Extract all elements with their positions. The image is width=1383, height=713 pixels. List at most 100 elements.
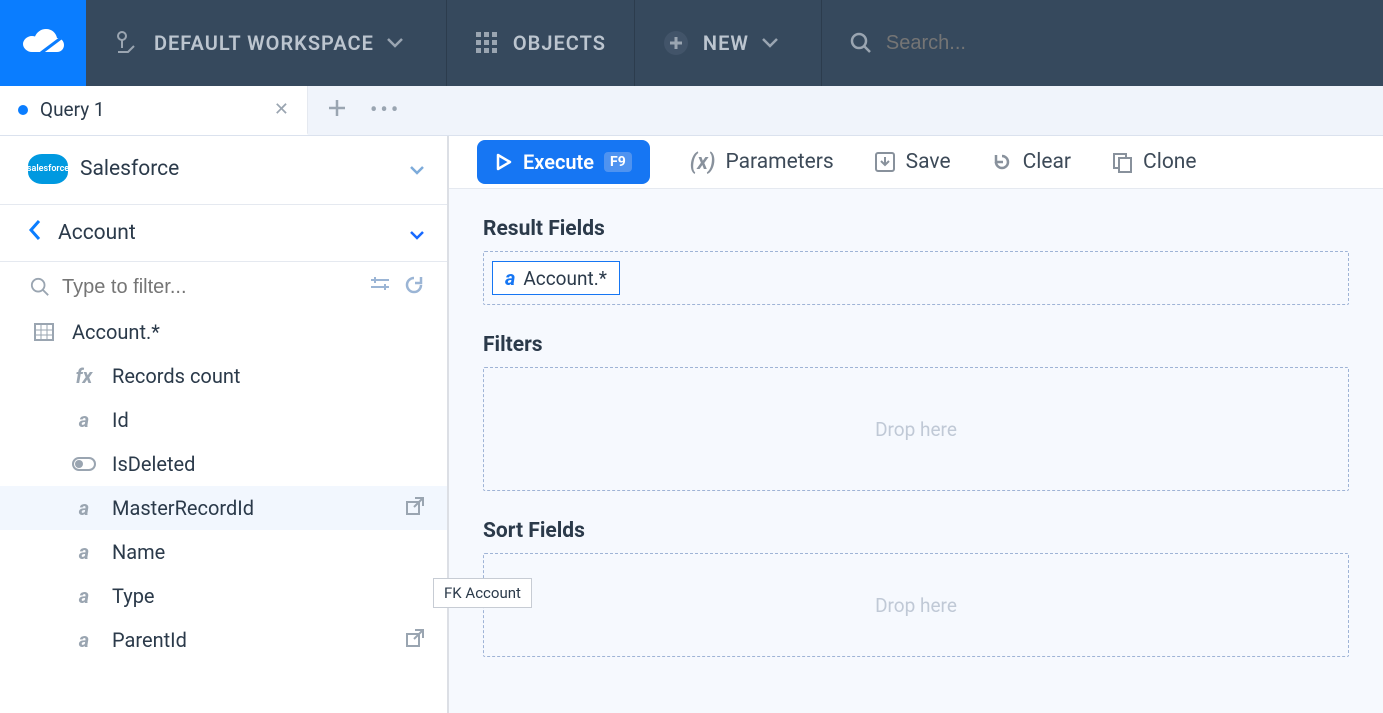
result-fields-label: Result Fields xyxy=(483,217,1349,241)
search-input[interactable] xyxy=(886,32,1151,55)
field-icon-slot: a xyxy=(70,408,98,432)
play-icon xyxy=(495,153,513,171)
execute-button[interactable]: Execute F9 xyxy=(477,140,650,184)
close-tab-button[interactable]: ✕ xyxy=(274,99,289,120)
field-icon-slot xyxy=(30,323,58,341)
field-row[interactable]: Account.* xyxy=(0,310,447,354)
unsaved-dot-icon xyxy=(18,105,28,115)
field-row[interactable]: a ParentId xyxy=(0,618,447,662)
field-row[interactable]: a Name xyxy=(0,530,447,574)
clone-label: Clone xyxy=(1143,150,1196,174)
tab-bar: Query 1 ✕ ••• xyxy=(0,86,1383,136)
copy-icon xyxy=(1111,151,1133,173)
chevron-down-icon xyxy=(409,157,425,181)
field-label: Type xyxy=(112,584,155,608)
function-icon: fx xyxy=(76,364,93,388)
parameters-button[interactable]: (x) Parameters xyxy=(690,150,834,175)
field-type-icon: a xyxy=(505,266,515,290)
field-row[interactable]: a MasterRecordId xyxy=(0,486,447,530)
query-toolbar: Execute F9 (x) Parameters Save Clear xyxy=(449,136,1383,189)
text-field-icon: a xyxy=(79,496,89,520)
new-label: NEW xyxy=(703,31,749,55)
chevron-down-icon xyxy=(761,37,779,49)
objects-label: OBJECTS xyxy=(513,31,606,55)
new-tab-button[interactable] xyxy=(328,98,346,123)
result-field-chip[interactable]: a Account.* xyxy=(492,261,620,295)
field-row[interactable]: IsDeleted xyxy=(0,442,447,486)
field-label: Id xyxy=(112,408,129,432)
settings-icon[interactable] xyxy=(369,275,391,299)
back-button[interactable] xyxy=(28,219,42,247)
cloud-icon xyxy=(21,28,65,58)
execute-shortcut-badge: F9 xyxy=(604,152,632,172)
expand-toggle[interactable] xyxy=(409,221,425,245)
variable-icon: (x) xyxy=(690,150,716,175)
chip-label: Account.* xyxy=(523,267,607,290)
clear-button[interactable]: Clear xyxy=(991,150,1071,174)
tab-overflow-menu[interactable]: ••• xyxy=(370,98,401,123)
field-label: Records count xyxy=(112,364,240,388)
workspace-icon xyxy=(114,30,140,56)
refresh-icon[interactable] xyxy=(403,274,425,300)
save-label: Save xyxy=(906,150,951,174)
field-row[interactable]: fx Records count xyxy=(0,354,447,398)
chevron-down-icon xyxy=(386,37,404,49)
field-row[interactable]: a Type xyxy=(0,574,447,618)
fk-link-button[interactable] xyxy=(405,628,425,653)
toggle-icon xyxy=(72,457,96,471)
salesforce-icon: salesforce xyxy=(28,154,68,184)
text-field-icon: a xyxy=(79,540,89,564)
objects-menu[interactable]: OBJECTS xyxy=(447,0,635,86)
external-link-icon xyxy=(405,628,425,648)
filters-dropzone[interactable]: Drop here xyxy=(483,367,1349,491)
plus-icon xyxy=(328,99,346,117)
object-breadcrumb[interactable]: Account xyxy=(0,204,447,262)
global-search[interactable] xyxy=(822,0,1383,86)
grid-icon xyxy=(475,31,499,55)
search-icon xyxy=(30,277,50,297)
drop-placeholder: Drop here xyxy=(875,594,957,617)
connection-name: Salesforce xyxy=(80,157,179,181)
text-field-icon: a xyxy=(79,628,89,652)
connection-selector[interactable]: salesforce Salesforce xyxy=(0,136,447,204)
text-field-icon: a xyxy=(79,584,89,608)
clone-button[interactable]: Clone xyxy=(1111,150,1196,174)
clear-label: Clear xyxy=(1023,150,1071,174)
result-fields-dropzone[interactable]: a Account.* xyxy=(483,251,1349,305)
table-icon xyxy=(34,323,54,341)
fk-link-button[interactable] xyxy=(405,496,425,521)
field-label: MasterRecordId xyxy=(112,496,254,520)
field-label: Account.* xyxy=(72,320,160,344)
sort-fields-label: Sort Fields xyxy=(483,519,1349,543)
external-link-icon xyxy=(405,496,425,516)
save-icon xyxy=(874,151,896,173)
search-icon xyxy=(850,32,872,54)
field-row[interactable]: a Id xyxy=(0,398,447,442)
object-name: Account xyxy=(58,221,136,245)
filters-label: Filters xyxy=(483,333,1349,357)
field-icon-slot: a xyxy=(70,540,98,564)
workspace-menu[interactable]: DEFAULT WORKSPACE xyxy=(86,0,447,86)
drop-placeholder: Drop here xyxy=(875,418,957,441)
sort-fields-dropzone[interactable]: Drop here xyxy=(483,553,1349,657)
fk-tooltip: FK Account xyxy=(433,578,532,608)
field-label: ParentId xyxy=(112,628,187,652)
plus-circle-icon xyxy=(663,30,689,56)
workspace-label: DEFAULT WORKSPACE xyxy=(154,31,374,55)
field-label: Name xyxy=(112,540,165,564)
field-icon-slot: a xyxy=(70,628,98,652)
field-icon-slot: fx xyxy=(70,364,98,388)
tab-query-1[interactable]: Query 1 ✕ xyxy=(0,86,308,135)
text-field-icon: a xyxy=(79,408,89,432)
field-label: IsDeleted xyxy=(112,452,195,476)
save-button[interactable]: Save xyxy=(874,150,951,174)
new-menu[interactable]: NEW xyxy=(635,0,822,86)
field-icon-slot xyxy=(70,457,98,471)
field-icon-slot: a xyxy=(70,496,98,520)
parameters-label: Parameters xyxy=(725,150,833,174)
app-logo[interactable] xyxy=(0,0,86,86)
field-icon-slot: a xyxy=(70,584,98,608)
execute-label: Execute xyxy=(523,150,594,174)
tab-label: Query 1 xyxy=(40,98,105,121)
field-filter-input[interactable] xyxy=(62,276,357,299)
